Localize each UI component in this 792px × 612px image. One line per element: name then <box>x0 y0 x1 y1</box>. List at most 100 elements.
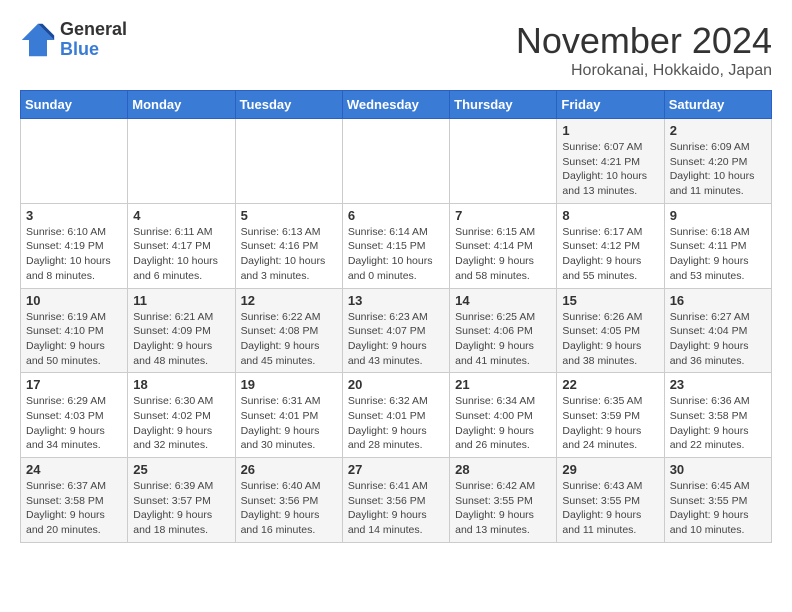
calendar-cell: 22Sunrise: 6:35 AM Sunset: 3:59 PM Dayli… <box>557 373 664 458</box>
day-info: Sunrise: 6:17 AM Sunset: 4:12 PM Dayligh… <box>562 225 658 284</box>
calendar-cell: 20 Sunrise: 6:32 AM Sunset: 4:01 PM Dayli… <box>342 373 449 458</box>
calendar-week-row: 24 Sunrise: 6:37 AM Sunset: 3:58 PM Dayli… <box>21 458 772 543</box>
day-info: Sunrise: 6:36 AM Sunset: 3:58 PM Dayligh… <box>670 394 766 453</box>
day-info: Sunrise: 6:26 AM Sunset: 4:05 PM Dayligh… <box>562 310 658 369</box>
logo-text: General Blue <box>60 20 127 60</box>
day-info: Sunrise: 6:14 AM Sunset: 4:15 PM Dayligh… <box>348 225 444 284</box>
calendar-cell: 18 Sunrise: 6:30 AM Sunset: 4:02 PM Dayli… <box>128 373 235 458</box>
logo-icon <box>20 22 56 58</box>
calendar-cell: 17 Sunrise: 6:29 AM Sunset: 4:03 PM Dayli… <box>21 373 128 458</box>
day-number: 2 <box>670 123 766 138</box>
day-number: 16 <box>670 293 766 308</box>
day-info: Sunrise: 6:37 AM Sunset: 3:58 PM Dayligh… <box>26 479 122 538</box>
header-thursday: Thursday <box>450 91 557 119</box>
calendar-cell: 30 Sunrise: 6:45 AM Sunset: 3:55 PM Dayli… <box>664 458 771 543</box>
day-info: Sunrise: 6:09 AM Sunset: 4:20 PM Dayligh… <box>670 140 766 199</box>
day-info: Sunrise: 6:34 AM Sunset: 4:00 PM Dayligh… <box>455 394 551 453</box>
calendar-cell: 2 Sunrise: 6:09 AM Sunset: 4:20 PM Daylig… <box>664 119 771 204</box>
calendar-cell: 6 Sunrise: 6:14 AM Sunset: 4:15 PM Daylig… <box>342 203 449 288</box>
day-info: Sunrise: 6:29 AM Sunset: 4:03 PM Dayligh… <box>26 394 122 453</box>
calendar-cell: 14Sunrise: 6:25 AM Sunset: 4:06 PM Dayli… <box>450 288 557 373</box>
day-number: 8 <box>562 208 658 223</box>
day-number: 30 <box>670 462 766 477</box>
calendar-body: 1 Sunrise: 6:07 AM Sunset: 4:21 PM Daylig… <box>21 119 772 543</box>
day-info: Sunrise: 6:19 AM Sunset: 4:10 PM Dayligh… <box>26 310 122 369</box>
calendar-cell: 27Sunrise: 6:41 AM Sunset: 3:56 PM Dayli… <box>342 458 449 543</box>
day-number: 28 <box>455 462 551 477</box>
day-number: 7 <box>455 208 551 223</box>
header-saturday: Saturday <box>664 91 771 119</box>
calendar-cell: 26 Sunrise: 6:40 AM Sunset: 3:56 PM Dayli… <box>235 458 342 543</box>
calendar-cell <box>235 119 342 204</box>
day-number: 17 <box>26 377 122 392</box>
calendar-cell: 28 Sunrise: 6:42 AM Sunset: 3:55 PM Dayli… <box>450 458 557 543</box>
day-number: 25 <box>133 462 229 477</box>
calendar-cell: 12Sunrise: 6:22 AM Sunset: 4:08 PM Dayli… <box>235 288 342 373</box>
header-friday: Friday <box>557 91 664 119</box>
day-number: 24 <box>26 462 122 477</box>
day-number: 10 <box>26 293 122 308</box>
day-number: 4 <box>133 208 229 223</box>
calendar-cell: 19 Sunrise: 6:31 AM Sunset: 4:01 PM Dayli… <box>235 373 342 458</box>
day-info: Sunrise: 6:31 AM Sunset: 4:01 PM Dayligh… <box>241 394 337 453</box>
day-number: 20 <box>348 377 444 392</box>
day-info: Sunrise: 6:15 AM Sunset: 4:14 PM Dayligh… <box>455 225 551 284</box>
calendar-week-row: 10 Sunrise: 6:19 AM Sunset: 4:10 PM Dayli… <box>21 288 772 373</box>
day-info: Sunrise: 6:30 AM Sunset: 4:02 PM Dayligh… <box>133 394 229 453</box>
calendar-cell: 24 Sunrise: 6:37 AM Sunset: 3:58 PM Dayli… <box>21 458 128 543</box>
day-info: Sunrise: 6:41 AM Sunset: 3:56 PM Dayligh… <box>348 479 444 538</box>
location-subtitle: Horokanai, Hokkaido, Japan <box>516 62 772 80</box>
calendar-cell <box>342 119 449 204</box>
calendar-cell: 21Sunrise: 6:34 AM Sunset: 4:00 PM Dayli… <box>450 373 557 458</box>
day-info: Sunrise: 6:45 AM Sunset: 3:55 PM Dayligh… <box>670 479 766 538</box>
logo-blue-text: Blue <box>60 40 127 60</box>
calendar-header: Sunday Monday Tuesday Wednesday Thursday… <box>21 91 772 119</box>
day-number: 29 <box>562 462 658 477</box>
day-number: 26 <box>241 462 337 477</box>
calendar-cell: 4Sunrise: 6:11 AM Sunset: 4:17 PM Daylig… <box>128 203 235 288</box>
header-row: Sunday Monday Tuesday Wednesday Thursday… <box>21 91 772 119</box>
calendar-cell: 11 Sunrise: 6:21 AM Sunset: 4:09 PM Dayli… <box>128 288 235 373</box>
day-number: 19 <box>241 377 337 392</box>
day-info: Sunrise: 6:22 AM Sunset: 4:08 PM Dayligh… <box>241 310 337 369</box>
day-number: 1 <box>562 123 658 138</box>
day-number: 6 <box>348 208 444 223</box>
logo-general-text: General <box>60 20 127 40</box>
calendar-cell: 3Sunrise: 6:10 AM Sunset: 4:19 PM Daylig… <box>21 203 128 288</box>
calendar-cell <box>128 119 235 204</box>
calendar-cell <box>450 119 557 204</box>
day-info: Sunrise: 6:13 AM Sunset: 4:16 PM Dayligh… <box>241 225 337 284</box>
day-info: Sunrise: 6:21 AM Sunset: 4:09 PM Dayligh… <box>133 310 229 369</box>
calendar-week-row: 1 Sunrise: 6:07 AM Sunset: 4:21 PM Daylig… <box>21 119 772 204</box>
day-info: Sunrise: 6:39 AM Sunset: 3:57 PM Dayligh… <box>133 479 229 538</box>
calendar-cell: 23 Sunrise: 6:36 AM Sunset: 3:58 PM Dayli… <box>664 373 771 458</box>
day-number: 11 <box>133 293 229 308</box>
day-info: Sunrise: 6:07 AM Sunset: 4:21 PM Dayligh… <box>562 140 658 199</box>
day-number: 14 <box>455 293 551 308</box>
calendar-cell: 15Sunrise: 6:26 AM Sunset: 4:05 PM Dayli… <box>557 288 664 373</box>
day-info: Sunrise: 6:42 AM Sunset: 3:55 PM Dayligh… <box>455 479 551 538</box>
header-tuesday: Tuesday <box>235 91 342 119</box>
calendar-cell: 10 Sunrise: 6:19 AM Sunset: 4:10 PM Dayli… <box>21 288 128 373</box>
day-number: 9 <box>670 208 766 223</box>
calendar-cell: 8 Sunrise: 6:17 AM Sunset: 4:12 PM Daylig… <box>557 203 664 288</box>
day-info: Sunrise: 6:35 AM Sunset: 3:59 PM Dayligh… <box>562 394 658 453</box>
day-info: Sunrise: 6:27 AM Sunset: 4:04 PM Dayligh… <box>670 310 766 369</box>
header-sunday: Sunday <box>21 91 128 119</box>
day-info: Sunrise: 6:23 AM Sunset: 4:07 PM Dayligh… <box>348 310 444 369</box>
calendar-cell: 16 Sunrise: 6:27 AM Sunset: 4:04 PM Dayli… <box>664 288 771 373</box>
header-wednesday: Wednesday <box>342 91 449 119</box>
header-monday: Monday <box>128 91 235 119</box>
calendar-cell: 25 Sunrise: 6:39 AM Sunset: 3:57 PM Dayli… <box>128 458 235 543</box>
day-number: 3 <box>26 208 122 223</box>
calendar-cell: 5 Sunrise: 6:13 AM Sunset: 4:16 PM Daylig… <box>235 203 342 288</box>
day-number: 5 <box>241 208 337 223</box>
day-number: 18 <box>133 377 229 392</box>
day-info: Sunrise: 6:40 AM Sunset: 3:56 PM Dayligh… <box>241 479 337 538</box>
calendar-table: Sunday Monday Tuesday Wednesday Thursday… <box>20 90 772 543</box>
calendar-week-row: 17 Sunrise: 6:29 AM Sunset: 4:03 PM Dayli… <box>21 373 772 458</box>
day-number: 13 <box>348 293 444 308</box>
day-number: 23 <box>670 377 766 392</box>
day-info: Sunrise: 6:18 AM Sunset: 4:11 PM Dayligh… <box>670 225 766 284</box>
day-info: Sunrise: 6:32 AM Sunset: 4:01 PM Dayligh… <box>348 394 444 453</box>
